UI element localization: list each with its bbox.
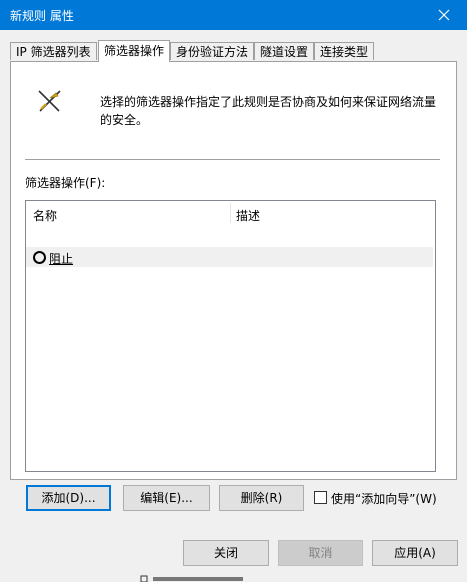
edit-button[interactable]: 编辑(E)... [123,485,210,511]
remove-button[interactable]: 删除(R) [219,485,304,511]
list-item-name: 阻止 [49,252,74,266]
tab-connection-type[interactable]: 连接类型 [314,42,374,60]
filter-action-icon [38,90,61,112]
close-button[interactable]: 关闭 [183,540,269,566]
column-header-name[interactable]: 名称 [33,207,57,224]
tab-filter-action[interactable]: 筛选器操作 [98,40,170,62]
title-bar: 新规则 属性 [0,0,467,30]
background-window-fragment [140,575,243,582]
add-button[interactable]: 添加(D)... [26,485,111,511]
filter-action-list[interactable]: 名称 描述 阻止 [25,200,436,472]
cancel-button: 取消 [278,540,363,566]
window-title: 新规则 属性 [10,9,74,23]
column-header-description[interactable]: 描述 [236,207,260,224]
rule-description: 选择的筛选器操作指定了此规则是否协商及如何来保证网络流量的安全。 [100,95,437,127]
separator [25,159,440,160]
tab-ip-filter-list[interactable]: IP 筛选器列表 [10,42,97,60]
tab-tunnel-settings[interactable]: 隧道设置 [254,42,314,60]
filter-action-label: 筛选器操作(F): [25,176,106,190]
close-icon [438,9,450,21]
close-window-button[interactable] [421,0,467,30]
use-wizard-checkbox[interactable] [314,491,327,504]
radio-icon[interactable] [33,251,46,264]
use-wizard-label[interactable]: 使用“添加向导”(W) [331,490,437,507]
apply-button[interactable]: 应用(A) [372,540,458,566]
column-divider[interactable] [230,203,231,223]
tab-authentication-methods[interactable]: 身份验证方法 [170,42,254,60]
list-item[interactable]: 阻止 [26,247,433,267]
